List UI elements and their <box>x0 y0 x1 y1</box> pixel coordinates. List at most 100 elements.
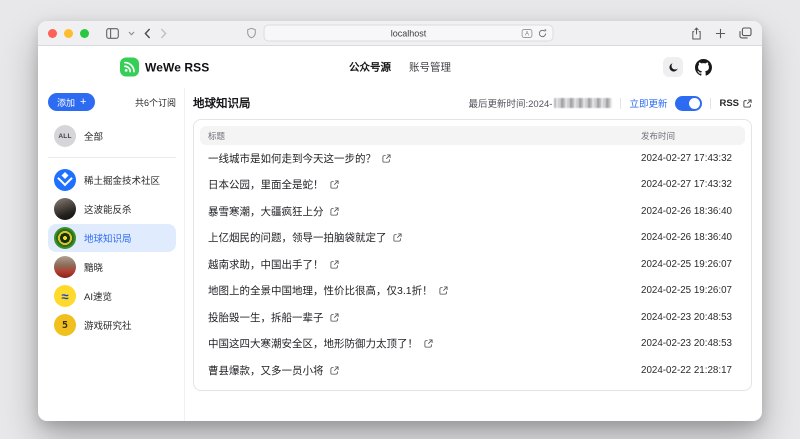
external-link-icon[interactable] <box>330 180 339 189</box>
new-tab-icon[interactable] <box>715 28 726 39</box>
sidebar-toggle-icon[interactable] <box>106 28 119 39</box>
dark-mode-toggle[interactable] <box>663 57 683 77</box>
article-title-cell[interactable]: 地图上的全景中国地理，性价比很高，仅3.1折！ <box>200 283 641 298</box>
table-row[interactable]: 越南求助，中国出手了！ 2024-02-25 19:26:07 <box>200 251 745 278</box>
external-link-icon[interactable] <box>330 260 339 269</box>
svg-text:A: A <box>525 31 529 37</box>
sidebar-item-label: 游戏研究社 <box>84 318 132 332</box>
article-publish-time: 2024-02-27 17:43:32 <box>641 179 745 190</box>
tabs-overview-icon[interactable] <box>739 27 752 39</box>
avatar <box>54 256 76 278</box>
github-icon[interactable] <box>695 59 712 76</box>
article-title: 曹县爆款，又多一员小将 <box>208 363 324 378</box>
table-row[interactable]: 日本公园，里面全是蛇！ 2024-02-27 17:43:32 <box>200 172 745 199</box>
brand[interactable]: WeWe RSS <box>120 58 209 77</box>
subscription-list: ALL 全部 稀土掘金技术社区 这波能反杀 <box>48 122 176 339</box>
avatar <box>54 169 76 191</box>
external-link-icon[interactable] <box>439 286 448 295</box>
address-bar[interactable]: localhost A <box>264 25 554 42</box>
external-link-icon <box>743 99 752 108</box>
article-title: 日本公园，里面全是蛇！ <box>208 177 324 192</box>
article-title: 越南求助，中国出手了！ <box>208 257 324 272</box>
divider <box>710 98 711 109</box>
avatar: ALL <box>54 125 76 147</box>
sidebar-item[interactable]: 黯晓 <box>48 253 176 281</box>
avatar <box>54 285 76 307</box>
divider <box>620 98 621 109</box>
avatar <box>54 314 76 336</box>
traffic-lights <box>48 29 89 38</box>
column-header-time: 发布时间 <box>641 130 745 142</box>
chevron-down-icon[interactable] <box>128 31 135 36</box>
article-title-cell[interactable]: 曹县爆款，又多一员小将 <box>200 363 641 378</box>
feed-title: 地球知识局 <box>193 95 251 111</box>
browser-window: localhost A <box>38 21 762 421</box>
external-link-icon[interactable] <box>393 233 402 242</box>
table-row[interactable]: 暴雪寒潮，大疆疯狂上分 2024-02-26 18:36:40 <box>200 198 745 225</box>
last-update-time: 最后更新时间:2024- <box>469 96 613 110</box>
table-row[interactable]: 地图上的全景中国地理，性价比很高，仅3.1折！ 2024-02-25 19:26… <box>200 278 745 305</box>
rss-link[interactable]: RSS <box>719 98 752 109</box>
article-title: 暴雪寒潮，大疆疯狂上分 <box>208 204 324 219</box>
browser-toolbar: localhost A <box>38 21 762 46</box>
sidebar-item[interactable]: 游戏研究社 <box>48 311 176 339</box>
article-publish-time: 2024-02-25 19:26:07 <box>641 259 745 270</box>
privacy-shield-icon[interactable] <box>247 27 257 39</box>
external-link-icon[interactable] <box>330 207 339 216</box>
external-link-icon[interactable] <box>330 313 339 322</box>
sidebar-item-all[interactable]: ALL 全部 <box>48 122 176 150</box>
article-title-cell[interactable]: 中国这四大寒潮安全区，地形防御力太顶了！ <box>200 336 641 351</box>
article-title: 投胎毁一生，拆船一辈子 <box>208 310 324 325</box>
sidebar-item-label: AI速览 <box>84 289 112 303</box>
external-link-icon[interactable] <box>424 339 433 348</box>
table-row[interactable]: 一线城市是如何走到今天这一步的？ 2024-02-27 17:43:32 <box>200 145 745 172</box>
sidebar-item[interactable]: 这波能反杀 <box>48 195 176 223</box>
table-row[interactable]: 曹县爆款，又多一员小将 2024-02-22 21:28:17 <box>200 357 745 384</box>
add-button-label: 添加 <box>57 96 75 109</box>
update-now-link[interactable]: 立即更新 <box>629 96 667 110</box>
article-title-cell[interactable]: 越南求助，中国出手了！ <box>200 257 641 272</box>
forward-button[interactable] <box>160 28 167 39</box>
avatar <box>54 198 76 220</box>
sidebar-item-label: 黯晓 <box>84 260 103 274</box>
close-button[interactable] <box>48 29 57 38</box>
article-publish-time: 2024-02-25 19:26:07 <box>641 285 745 296</box>
sidebar-item[interactable]: AI速览 <box>48 282 176 310</box>
feed-enabled-toggle[interactable] <box>675 96 702 111</box>
minimize-button[interactable] <box>64 29 73 38</box>
sidebar-item-label: 这波能反杀 <box>84 202 132 216</box>
share-icon[interactable] <box>691 27 702 40</box>
table-row[interactable]: 上亿烟民的问题，领导一拍脑袋就定了 2024-02-26 18:36:40 <box>200 225 745 252</box>
wewe-rss-logo-icon <box>120 58 139 77</box>
article-title-cell[interactable]: 投胎毁一生，拆船一辈子 <box>200 310 641 325</box>
article-title: 中国这四大寒潮安全区，地形防御力太顶了！ <box>208 336 418 351</box>
back-button[interactable] <box>144 28 151 39</box>
translate-icon[interactable]: A <box>522 28 533 38</box>
table-row[interactable]: 中国这四大寒潮安全区，地形防御力太顶了！ 2024-02-23 20:48:53 <box>200 331 745 358</box>
article-publish-time: 2024-02-26 18:36:40 <box>641 232 745 243</box>
article-title-cell[interactable]: 暴雪寒潮，大疆疯狂上分 <box>200 204 641 219</box>
article-publish-time: 2024-02-22 21:28:17 <box>641 365 745 376</box>
column-header-title: 标题 <box>200 130 641 142</box>
address-url: localhost <box>391 28 427 38</box>
nav-feeds[interactable]: 公众号源 <box>349 60 391 75</box>
article-title-cell[interactable]: 日本公园，里面全是蛇！ <box>200 177 641 192</box>
fullscreen-button[interactable] <box>80 29 89 38</box>
sidebar-item-label: 地球知识局 <box>84 231 132 245</box>
article-title: 上亿烟民的问题，领导一拍脑袋就定了 <box>208 230 387 245</box>
sidebar-item[interactable]: 稀土掘金技术社区 <box>48 166 176 194</box>
external-link-icon[interactable] <box>330 366 339 375</box>
articles-table: 标题 发布时间 一线城市是如何走到今天这一步的？ 2024-02-27 17:4… <box>193 119 752 391</box>
external-link-icon[interactable] <box>382 154 391 163</box>
sidebar-item[interactable]: 地球知识局 <box>48 224 176 252</box>
add-subscription-button[interactable]: 添加 + <box>48 93 95 111</box>
nav-accounts[interactable]: 账号管理 <box>409 60 451 75</box>
article-title-cell[interactable]: 一线城市是如何走到今天这一步的？ <box>200 151 641 166</box>
article-title-cell[interactable]: 上亿烟民的问题，领导一拍脑袋就定了 <box>200 230 641 245</box>
article-publish-time: 2024-02-23 20:48:53 <box>641 338 745 349</box>
article-title: 一线城市是如何走到今天这一步的？ <box>208 151 376 166</box>
reload-icon[interactable] <box>538 28 548 38</box>
avatar <box>54 227 76 249</box>
article-publish-time: 2024-02-23 20:48:53 <box>641 312 745 323</box>
table-row[interactable]: 投胎毁一生，拆船一辈子 2024-02-23 20:48:53 <box>200 304 745 331</box>
